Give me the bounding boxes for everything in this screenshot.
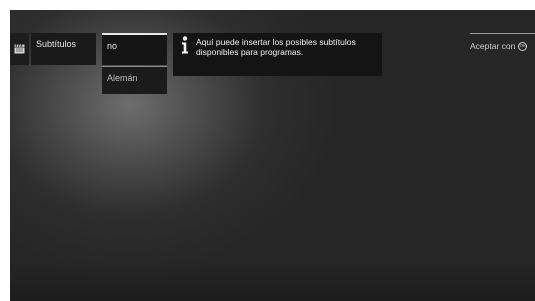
info-text-line-2: disponibles para programas. bbox=[196, 47, 304, 57]
accept-hint[interactable]: Aceptar con OK bbox=[470, 33, 535, 51]
info-panel: Aquí puede insertar los posibles subtítu… bbox=[173, 33, 382, 76]
subtitle-option-german-label: Alemán bbox=[107, 73, 138, 83]
subtitle-option-german[interactable]: Alemán bbox=[102, 66, 167, 94]
info-text-line-1: Aquí puede insertar los posibles subtítu… bbox=[196, 37, 356, 47]
menu-item-subtitles[interactable]: Subtítulos bbox=[31, 33, 96, 65]
accept-label: Aceptar con bbox=[470, 41, 516, 51]
category-icon-tile[interactable] bbox=[10, 33, 29, 65]
tv-screen: Subtítulos no Alemán Aquí puede insertar… bbox=[10, 10, 535, 301]
subtitle-option-no-label: no bbox=[107, 41, 118, 51]
ok-button-icon[interactable]: OK bbox=[518, 41, 528, 51]
subtitle-option-no[interactable]: no bbox=[102, 33, 167, 65]
info-icon bbox=[182, 36, 188, 54]
clapperboard-icon bbox=[14, 44, 25, 54]
background-shade bbox=[10, 261, 535, 301]
menu-item-subtitles-label: Subtítulos bbox=[36, 39, 77, 49]
